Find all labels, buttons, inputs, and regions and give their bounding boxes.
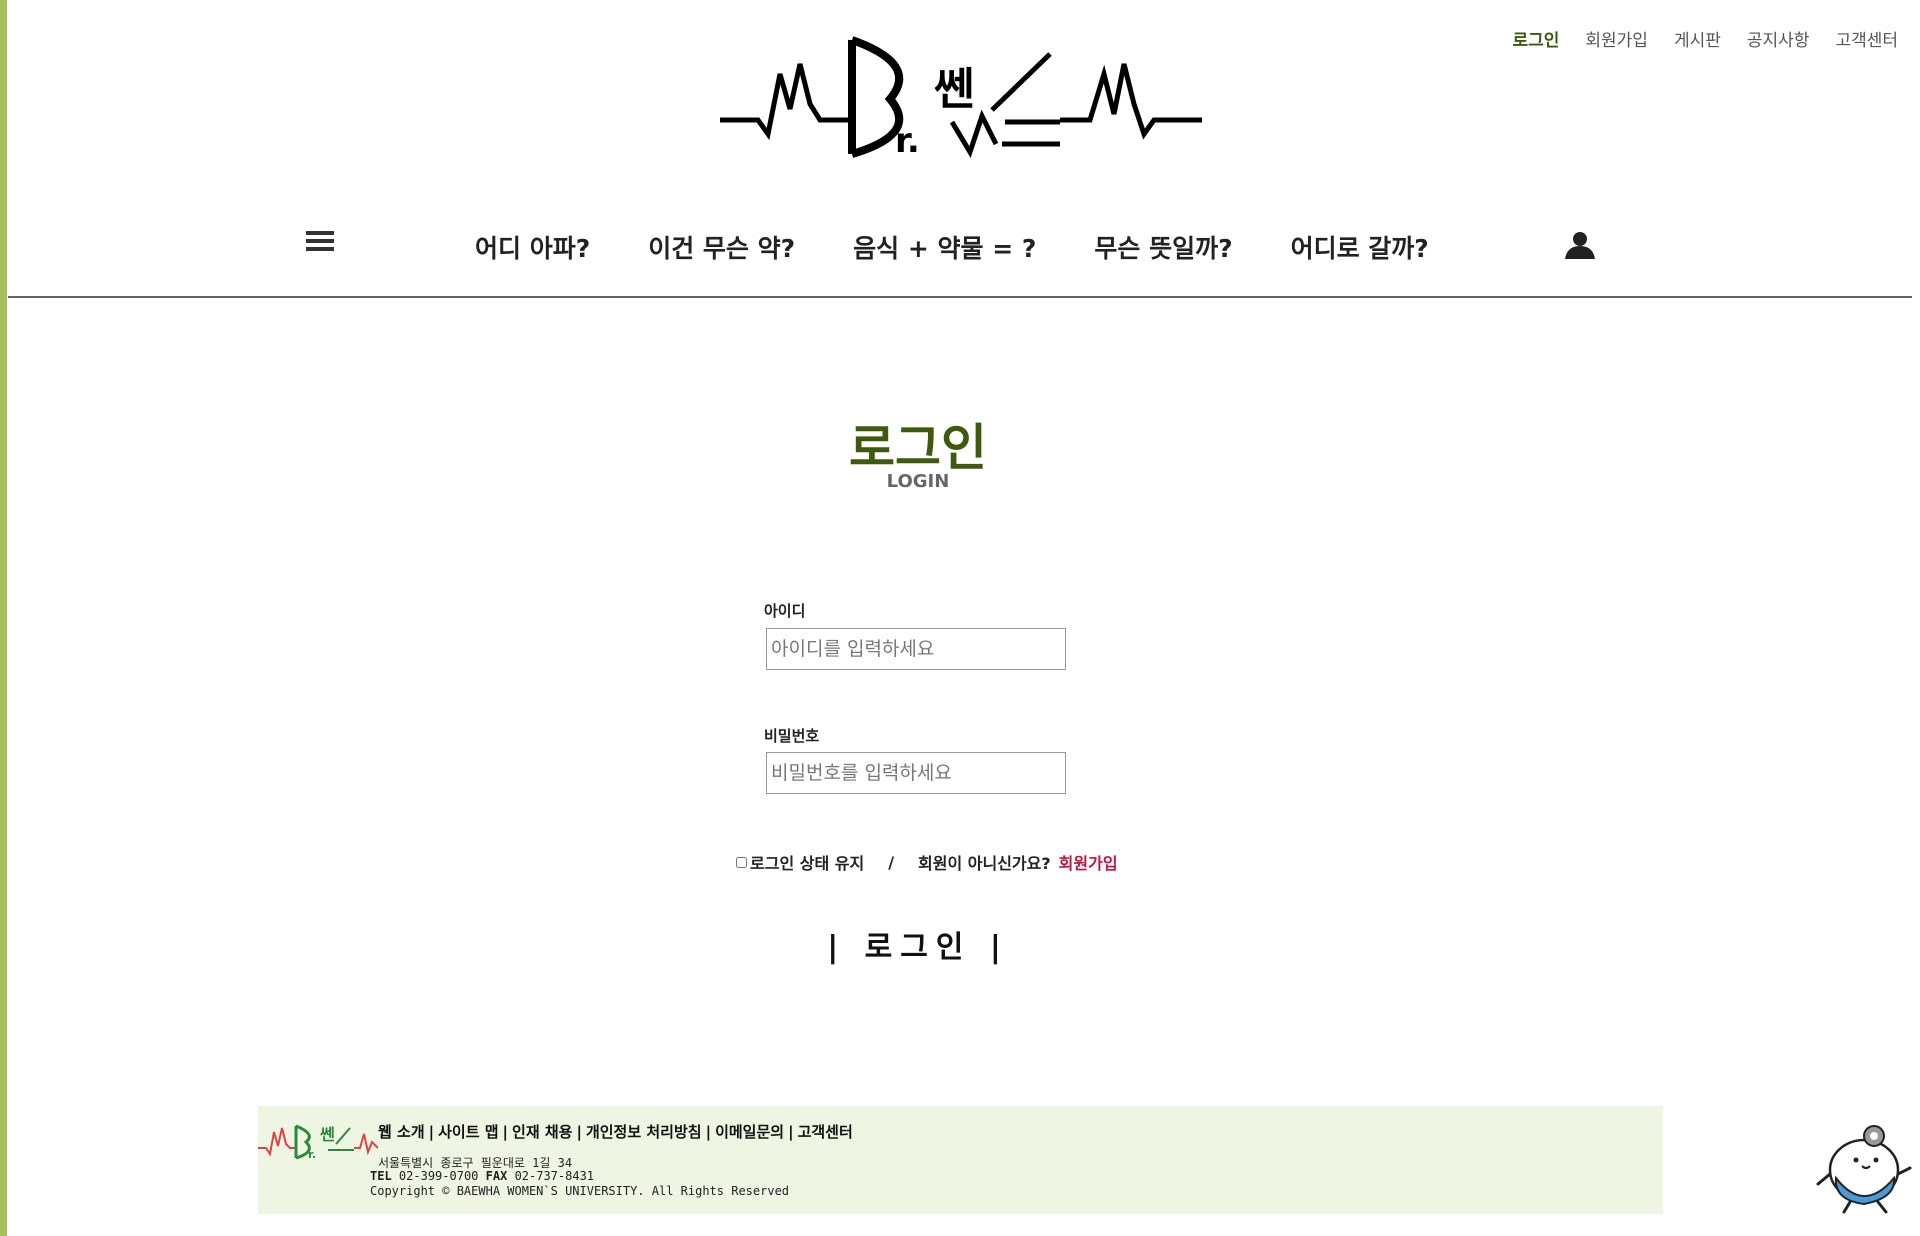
top-link-signup[interactable]: 회원가입 [1585,26,1648,51]
main-nav: 어디 아파? 이건 무슨 약? 음식 + 약물 = ? 무슨 뜻일까? 어디로 … [8,215,1912,295]
keep-login-checkbox[interactable] [736,856,747,868]
nav-item-medicine[interactable]: 이건 무슨 약? [648,229,795,265]
footer-link-about[interactable]: 웹 소개 [378,1123,425,1141]
nav-item-symptoms[interactable]: 어디 아파? [475,229,590,265]
main-menu: 어디 아파? 이건 무슨 약? 음식 + 약물 = ? 무슨 뜻일까? 어디로 … [475,229,1429,265]
login-options: 로그인 상태 유지 / 회원이 아니신가요? 회원가입 [736,850,1118,874]
password-input[interactable] [766,752,1066,794]
svg-text:r.: r. [308,1148,316,1161]
site-logo[interactable]: r. 쎈 [720,34,1202,164]
top-link-login[interactable]: 로그인 [1512,26,1559,51]
login-button[interactable]: | 로그인 | [0,922,1836,966]
not-member-text: 회원이 아니신가요? [918,854,1051,873]
footer: r. 쎈 웹 소개 | 사이트 맵 | 인재 채용 | 개인정보 처리방침 | 이메일문의 | 고객… [258,1106,1663,1214]
page-title: 로그인 [849,419,987,477]
footer-link-privacy[interactable]: 개인정보 처리방침 [586,1123,702,1141]
hamburger-icon[interactable] [306,231,334,255]
svg-text:r.: r. [895,121,920,161]
nav-divider [8,296,1912,298]
page-subtitle: LOGIN [886,471,950,492]
nav-item-meaning[interactable]: 무슨 뜻일까? [1094,229,1232,265]
svg-text:쎈: 쎈 [934,64,974,115]
keep-login-label: 로그인 상태 유지 [750,854,865,873]
footer-tel: 02-399-0700 [398,1169,479,1183]
top-link-notice[interactable]: 공지사항 [1747,26,1810,51]
mascot-chatbot-icon[interactable] [1812,1118,1916,1214]
user-icon[interactable] [1563,231,1597,259]
footer-tel-label: TEL [370,1169,392,1183]
options-separator: / [888,852,895,872]
footer-link-support[interactable]: 고객센터 [798,1123,853,1141]
footer-link-sitemap[interactable]: 사이트 맵 [438,1123,498,1141]
id-input[interactable] [766,628,1066,670]
footer-link-careers[interactable]: 인재 채용 [512,1123,572,1141]
top-link-board[interactable]: 게시판 [1674,26,1721,51]
svg-text:쎈: 쎈 [320,1125,335,1144]
id-label: 아이디 [764,602,806,620]
top-utility-links: 로그인 회원가입 게시판 공지사항 고객센터 [1512,26,1898,51]
footer-copyright: Copyright © BAEWHA WOMEN`S UNIVERSITY. A… [370,1184,790,1198]
nav-item-food-drug[interactable]: 음식 + 약물 = ? [853,229,1036,265]
footer-logo: r. 쎈 [258,1124,378,1161]
footer-link-email[interactable]: 이메일문의 [715,1123,784,1141]
signup-link[interactable]: 회원가입 [1059,850,1118,874]
password-label: 비밀번호 [764,727,820,745]
left-accent-stripe [0,0,7,1236]
top-link-support[interactable]: 고객센터 [1835,26,1898,51]
footer-fax: 02-737-8431 [514,1169,595,1183]
nav-item-hospital[interactable]: 어디로 갈까? [1291,229,1429,265]
footer-fax-label: FAX [485,1169,508,1183]
footer-contact: TEL 02-399-0700 FAX 02-737-8431 [370,1169,594,1183]
footer-links: 웹 소개 | 사이트 맵 | 인재 채용 | 개인정보 처리방침 | 이메일문의 | 고객센터 [378,1123,853,1141]
